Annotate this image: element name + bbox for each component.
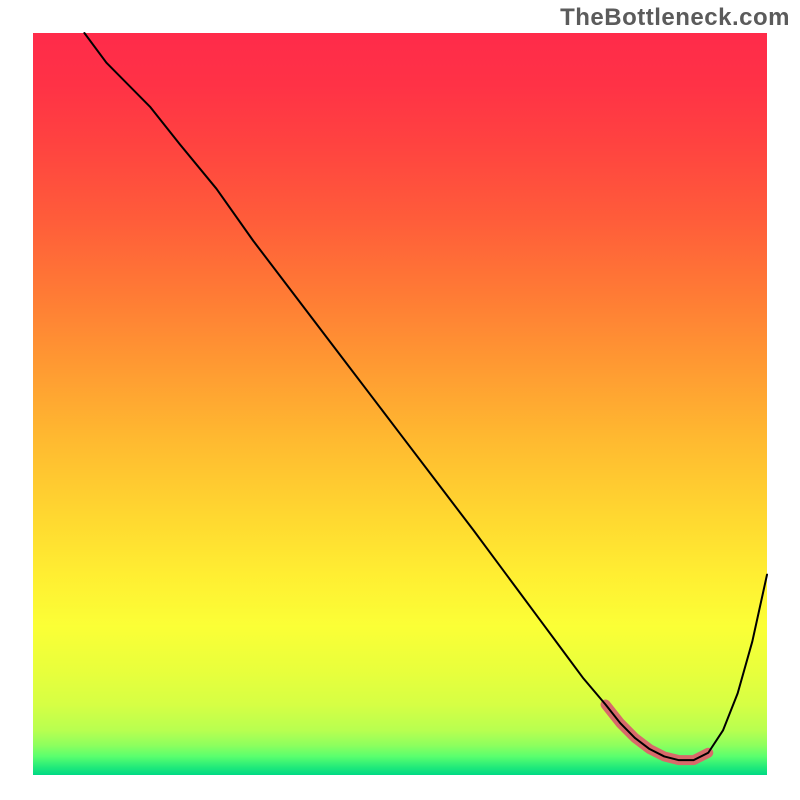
watermark-text: TheBottleneck.com <box>560 4 790 32</box>
bottleneck-chart <box>0 0 800 800</box>
chart-container: TheBottleneck.com <box>0 0 800 800</box>
plot-background <box>33 33 767 775</box>
